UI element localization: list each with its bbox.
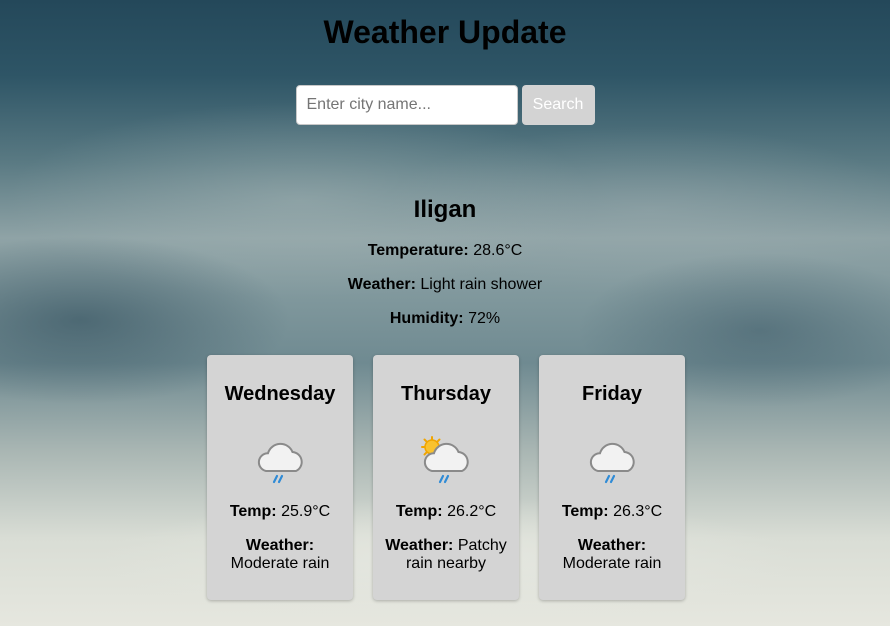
rain-cloud-icon <box>580 429 644 493</box>
temperature-value: 28.6°C <box>473 242 523 259</box>
search-bar: Search <box>0 85 890 125</box>
forecast-day: Friday <box>581 383 643 405</box>
forecast-weather-label: Weather: <box>385 537 454 554</box>
search-button[interactable]: Search <box>521 85 595 125</box>
humidity-label: Humidity: <box>389 310 464 327</box>
humidity-value: 72% <box>468 310 501 327</box>
weather-label: Weather: <box>347 276 416 293</box>
forecast-temp-label: Temp: <box>395 503 443 520</box>
forecast-temp: Temp: 26.2°C <box>373 503 519 521</box>
forecast-card: Thursday Temp: 26.2°C Weather: Patchy ra… <box>373 355 519 600</box>
forecast-weather: Weather: Patchy rain nearby <box>381 537 511 573</box>
forecast-day: Thursday <box>400 383 492 405</box>
current-weather: Weather: Light rain shower <box>0 276 890 294</box>
forecast-weather-label: Weather: <box>245 537 315 554</box>
forecast-temp: Temp: 25.9°C <box>207 503 353 521</box>
forecast-temp-label: Temp: <box>561 503 609 520</box>
weather-value: Light rain shower <box>420 276 543 293</box>
rain-cloud-icon <box>248 429 312 493</box>
forecast-weather-label: Weather: <box>577 537 647 554</box>
city-name: Iligan <box>413 196 477 223</box>
forecast-temp-value: 25.9°C <box>281 503 331 520</box>
sun-rain-cloud-icon <box>414 429 478 493</box>
forecast-weather: Weather: Moderate rain <box>215 537 345 573</box>
current-temperature: Temperature: 28.6°C <box>0 242 890 260</box>
page-title: Weather Update <box>323 14 567 50</box>
forecast-weather: Weather: Moderate rain <box>547 537 677 573</box>
forecast-card: Wednesday Temp: 25.9°C Weather: Moderate… <box>207 355 353 600</box>
forecast-card: Friday Temp: 26.3°C Weather: Moderate ra… <box>539 355 685 600</box>
city-search-input[interactable] <box>295 85 518 125</box>
forecast-weather-value: Moderate rain <box>562 555 662 572</box>
forecast-weather-value: Moderate rain <box>230 555 330 572</box>
forecast-temp-value: 26.2°C <box>447 503 497 520</box>
forecast-day: Wednesday <box>224 383 336 405</box>
current-humidity: Humidity: 72% <box>0 310 890 328</box>
forecast-list: Wednesday Temp: 25.9°C Weather: Moderate… <box>207 355 685 600</box>
forecast-temp: Temp: 26.3°C <box>539 503 685 521</box>
forecast-temp-label: Temp: <box>229 503 277 520</box>
forecast-temp-value: 26.3°C <box>613 503 663 520</box>
temperature-label: Temperature: <box>367 242 469 259</box>
